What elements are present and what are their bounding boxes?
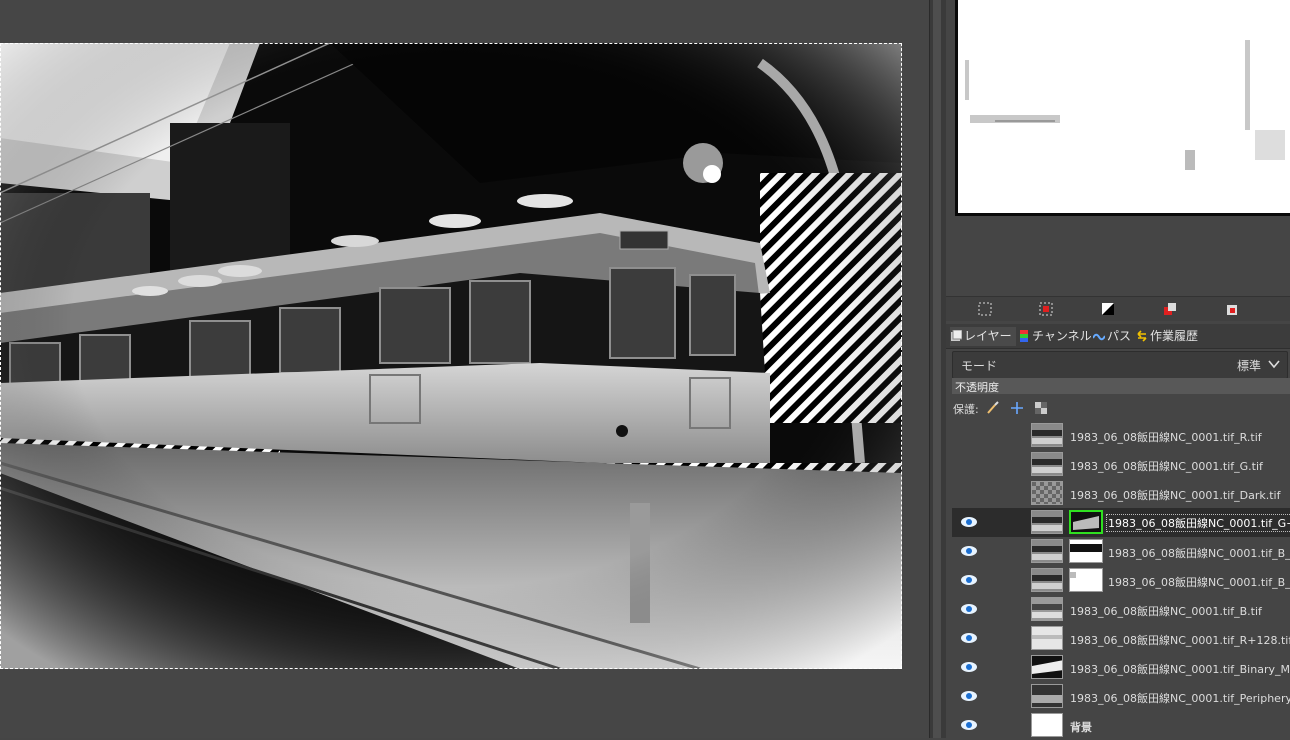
preview-blank: [955, 216, 1290, 296]
image-canvas[interactable]: [0, 43, 902, 669]
layer-name: 1983_06_08飯田線NC_0001.tif_Dark.tif: [1070, 489, 1281, 502]
layer-row[interactable]: 1983_06_08飯田線NC_0001.tif_G.tif: [952, 450, 1290, 479]
layer-thumbnail: [1031, 655, 1063, 679]
layer-list: 1983_06_08飯田線NC_0001.tif_R.tif 1983_06_0…: [952, 421, 1290, 738]
opacity-slider[interactable]: 不透明度: [952, 378, 1290, 394]
undo-history-icon: [1137, 330, 1147, 342]
eye-icon[interactable]: [960, 574, 978, 586]
layer-name: 1983_06_08飯田線NC_0001.tif_R+128.tif: [1070, 634, 1290, 647]
layer-row[interactable]: 1983_06_08飯田線NC_0001.tif_Binary_Mask: [952, 653, 1290, 682]
layer-name: 1983_06_08飯田線NC_0001.tif_B_for: [1108, 576, 1290, 589]
channel-delete-icon[interactable]: [1224, 301, 1240, 317]
layer-row[interactable]: 1983_06_08飯田線NC_0001.tif_Dark.tif: [952, 479, 1290, 508]
tab-paths-label: パス: [1107, 329, 1132, 343]
selection-none-icon[interactable]: [977, 301, 993, 317]
layer-name: 背景: [1070, 721, 1092, 734]
layer-thumbnail: [1031, 684, 1063, 708]
layer-name: 1983_06_08飯田線NC_0001.tif_G+R.: [1106, 514, 1290, 532]
layer-mask-thumbnail[interactable]: [1069, 539, 1103, 563]
eye-icon[interactable]: [960, 545, 978, 557]
layer-row[interactable]: 背景: [952, 711, 1290, 740]
layer-row[interactable]: 1983_06_08飯田線NC_0001.tif_R+128.tif: [952, 624, 1290, 653]
channels-icon: [1020, 330, 1028, 342]
layer-row[interactable]: 1983_06_08飯田線NC_0001.tif_Periphery_Ac: [952, 682, 1290, 711]
layer-name: 1983_06_08飯田線NC_0001.tif_Periphery_Ac: [1070, 692, 1290, 705]
layer-thumbnail: [1031, 539, 1063, 563]
layers-icon: [951, 330, 962, 341]
layer-name: 1983_06_08飯田線NC_0001.tif_Binary_Mask: [1070, 663, 1290, 676]
lock-pixels-icon[interactable]: [986, 401, 1000, 415]
layer-thumbnail: [1031, 568, 1063, 592]
lock-row: 保護:: [952, 399, 1290, 417]
canvas-vertical-scrollbar[interactable]: [929, 0, 946, 738]
layer-row[interactable]: 1983_06_08飯田線NC_0001.tif_B_Ba: [952, 537, 1290, 566]
eye-icon[interactable]: [960, 516, 978, 528]
layer-name: 1983_06_08飯田線NC_0001.tif_G.tif: [1070, 460, 1263, 473]
chevron-down-icon: [1268, 360, 1280, 369]
layer-thumbnail: [1031, 423, 1063, 447]
tab-paths[interactable]: パス: [1093, 327, 1135, 346]
tab-layers[interactable]: レイヤー: [950, 327, 1016, 346]
channel-duplicate-icon[interactable]: [1162, 301, 1178, 317]
layer-row[interactable]: 1983_06_08飯田線NC_0001.tif_R.tif: [952, 421, 1290, 450]
layer-thumbnail: [1031, 597, 1063, 621]
opacity-label: 不透明度: [955, 381, 999, 394]
tab-undo-history[interactable]: 作業履歴: [1136, 327, 1202, 346]
layer-thumbnail: [1031, 510, 1063, 534]
lock-label: 保護:: [953, 403, 979, 416]
eye-icon[interactable]: [960, 661, 978, 673]
layer-row-selected[interactable]: 1983_06_08飯田線NC_0001.tif_G+R.: [952, 508, 1290, 537]
dock-tab-bar: レイヤー チャンネル パス 作業履歴: [946, 324, 1290, 349]
channel-toolbar: [946, 296, 1290, 321]
channel-invert-icon[interactable]: [1100, 301, 1116, 317]
layer-thumbnail: [1031, 481, 1063, 505]
paths-icon: [1093, 333, 1105, 341]
eye-icon[interactable]: [960, 632, 978, 644]
selection-red-icon[interactable]: [1038, 301, 1054, 317]
eye-icon[interactable]: [960, 690, 978, 702]
mode-value: 標準: [1236, 359, 1261, 373]
train-photo: [0, 43, 902, 669]
layer-row[interactable]: 1983_06_08飯田線NC_0001.tif_B_for: [952, 566, 1290, 595]
layer-mask-thumbnail[interactable]: [1069, 510, 1103, 534]
eye-icon[interactable]: [960, 603, 978, 615]
layer-mode-dropdown[interactable]: モード 標準: [952, 351, 1288, 379]
mode-label: モード: [961, 359, 998, 373]
channel-preview: [955, 0, 1290, 216]
eye-icon[interactable]: [960, 719, 978, 731]
layer-name: 1983_06_08飯田線NC_0001.tif_R.tif: [1070, 431, 1262, 444]
tab-undo-history-label: 作業履歴: [1150, 329, 1199, 343]
tab-layers-label: レイヤー: [964, 329, 1012, 343]
layer-mask-thumbnail[interactable]: [1069, 568, 1103, 592]
tab-channels[interactable]: チャンネル: [1018, 327, 1092, 346]
layer-thumbnail: [1031, 626, 1063, 650]
layer-thumbnail: [1031, 452, 1063, 476]
canvas-area[interactable]: [0, 0, 929, 738]
lock-alpha-icon[interactable]: [1034, 401, 1048, 415]
layer-name: 1983_06_08飯田線NC_0001.tif_B_Ba: [1108, 547, 1290, 560]
layer-row[interactable]: 1983_06_08飯田線NC_0001.tif_B.tif: [952, 595, 1290, 624]
layer-name: 1983_06_08飯田線NC_0001.tif_B.tif: [1070, 605, 1262, 618]
lock-position-icon[interactable]: [1010, 401, 1024, 415]
layer-thumbnail: [1031, 713, 1063, 737]
tab-channels-label: チャンネル: [1032, 329, 1092, 343]
